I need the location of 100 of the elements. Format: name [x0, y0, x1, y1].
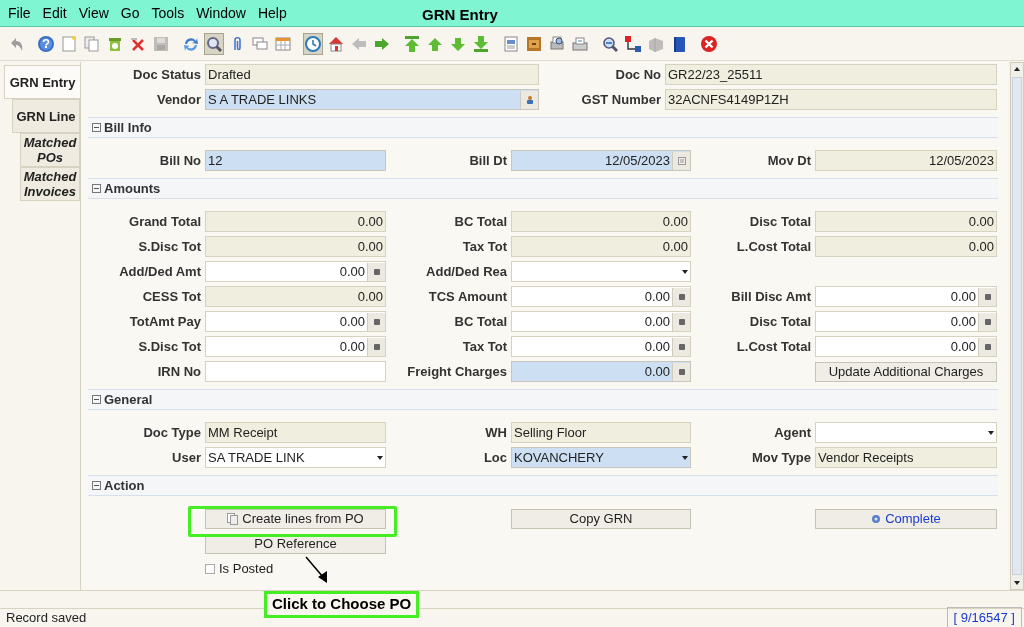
record-counter: [ 9/16547 ] — [946, 607, 1022, 627]
section-header[interactable]: Action — [88, 475, 145, 496]
input-field[interactable]: 0.00 — [815, 236, 997, 257]
input-field[interactable]: 0.00 — [511, 236, 691, 257]
input-field[interactable]: 12 — [205, 150, 386, 171]
input-field[interactable]: MM Receipt — [205, 422, 386, 443]
side-tab[interactable]: Matched Invoices — [20, 167, 80, 201]
section-header[interactable]: Amounts — [88, 178, 161, 199]
input-field[interactable]: 0.00 — [205, 211, 386, 232]
copy-icon — [83, 34, 101, 53]
input-field[interactable]: 0.00 — [815, 211, 997, 232]
calculator-button[interactable] — [978, 337, 996, 356]
input-field[interactable]: 0.00 — [205, 261, 386, 282]
menu-item[interactable]: File — [4, 2, 35, 24]
input-field[interactable]: 0.00 — [205, 336, 386, 357]
square-icon — [984, 343, 991, 350]
menu-item[interactable]: Window — [192, 2, 250, 24]
close-icon — [700, 34, 718, 53]
section-header[interactable]: Bill Info — [88, 117, 152, 138]
collapse-icon — [92, 395, 101, 404]
input-field[interactable]: Selling Floor — [511, 422, 691, 443]
first-arrow-icon — [403, 34, 421, 53]
menu-item[interactable]: Tools — [147, 2, 189, 24]
input-field[interactable]: 0.00 — [205, 236, 386, 257]
lookup-button[interactable] — [520, 90, 538, 109]
document-icon — [60, 34, 78, 53]
menu-item[interactable]: View — [74, 2, 113, 24]
callout-label: Click to Choose PO — [264, 591, 420, 618]
action-button[interactable]: Complete — [815, 508, 997, 529]
square-icon — [678, 293, 685, 300]
field-label: Doc Status — [132, 65, 202, 84]
scrollbar[interactable] — [1010, 62, 1024, 590]
person-icon — [526, 95, 533, 104]
menu-item[interactable]: Go — [116, 2, 144, 24]
field-label: S.Disc Tot — [137, 337, 202, 356]
section-header[interactable]: General — [88, 389, 153, 410]
calculator-button[interactable] — [978, 312, 996, 331]
checkbox[interactable] — [205, 563, 215, 574]
calendar-icon — [274, 34, 292, 53]
calculator-button[interactable] — [367, 262, 385, 281]
menu-item[interactable]: Help — [253, 2, 291, 24]
field-label: GST Number — [580, 90, 662, 109]
calculator-button[interactable] — [367, 337, 385, 356]
field-label: S.Disc Tot — [137, 237, 202, 256]
calculator-button[interactable] — [978, 287, 996, 306]
side-tab[interactable]: Matched POs — [20, 133, 80, 167]
collapse-icon — [92, 481, 101, 490]
input-field[interactable]: 0.00 — [205, 286, 386, 307]
input-field[interactable]: 0.00 — [205, 311, 386, 332]
input-field[interactable]: S A TRADE LINKS — [205, 89, 539, 110]
last-arrow-icon — [472, 34, 490, 53]
field-label: BC Total — [453, 212, 508, 231]
input-field[interactable]: 12/05/2023 — [511, 150, 691, 171]
dropdown-arrow-icon — [377, 455, 383, 460]
square-icon — [678, 318, 685, 325]
action-button[interactable]: Create lines from PO — [205, 508, 386, 529]
calculator-button[interactable] — [672, 312, 690, 331]
calculator-button[interactable] — [672, 362, 690, 381]
input-field[interactable]: 0.00 — [815, 336, 997, 357]
collapse-icon — [92, 184, 101, 193]
action-button[interactable]: Update Additional Charges — [815, 361, 997, 382]
input-field[interactable]: 0.00 — [815, 311, 997, 332]
field-label: Tax Tot — [461, 237, 508, 256]
input-field[interactable]: 0.00 — [511, 211, 691, 232]
square-icon — [373, 343, 380, 350]
toolbar-button[interactable] — [204, 32, 224, 55]
side-tab[interactable]: GRN Line — [12, 99, 80, 133]
dropdown-arrow-icon — [682, 269, 688, 274]
field-label: Disc Total — [748, 312, 812, 331]
input-field[interactable]: 32ACNFS4149P1ZH — [665, 89, 997, 110]
input-field[interactable]: 0.00 — [815, 286, 997, 307]
field-label: TotAmt Pay — [128, 312, 202, 331]
input-field[interactable]: Vendor Receipts — [815, 447, 997, 468]
calculator-button[interactable] — [672, 337, 690, 356]
chat-icon — [251, 34, 269, 53]
square-icon — [678, 343, 685, 350]
dropdown-field[interactable]: SA TRADE LINK — [205, 447, 386, 468]
dropdown-field[interactable] — [511, 261, 691, 282]
input-field[interactable]: 12/05/2023 — [815, 150, 997, 171]
dropdown-field[interactable]: KOVANCHERY — [511, 447, 691, 468]
calculator-button[interactable] — [672, 287, 690, 306]
toolbar-button[interactable] — [303, 32, 323, 55]
input-field[interactable]: 0.00 — [511, 361, 691, 382]
menu-item[interactable]: Edit — [38, 2, 71, 24]
input-field[interactable]: 0.00 — [511, 336, 691, 357]
input-field[interactable]: 0.00 — [511, 286, 691, 307]
dropdown-arrow-icon — [682, 455, 688, 460]
field-label: IRN No — [156, 362, 202, 381]
action-button[interactable]: Copy GRN — [511, 508, 691, 529]
input-field[interactable]: GR22/23_25511 — [665, 64, 997, 85]
calculator-button[interactable] — [367, 312, 385, 331]
input-field[interactable] — [205, 361, 386, 382]
calendar-button[interactable] — [672, 151, 690, 170]
side-tab[interactable]: GRN Entry — [4, 65, 80, 99]
input-field[interactable]: Drafted — [205, 64, 539, 85]
field-label: Grand Total — [128, 212, 202, 231]
dropdown-field[interactable] — [815, 422, 997, 443]
field-label: Disc Total — [748, 212, 812, 231]
input-field[interactable]: 0.00 — [511, 311, 691, 332]
field-label: Bill No — [158, 151, 202, 170]
